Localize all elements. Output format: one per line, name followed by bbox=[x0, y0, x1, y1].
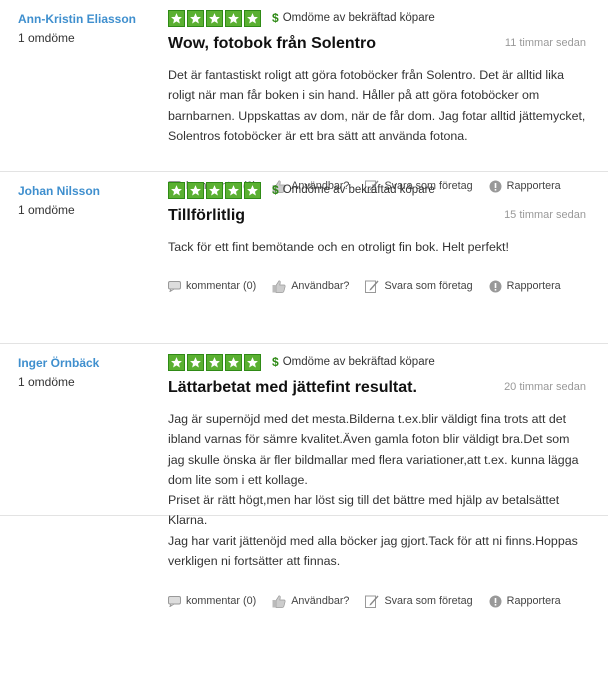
review-body: Tack för ett fint bemötande och en otrol… bbox=[168, 240, 509, 254]
review-time: 20 timmar sedan bbox=[504, 381, 586, 393]
thumbs-up-icon bbox=[272, 279, 286, 293]
star-icon bbox=[168, 182, 185, 199]
star-icon bbox=[244, 182, 261, 199]
star-icon bbox=[206, 10, 223, 27]
review-actions: kommentar (0) Användbar? Svara som föret… bbox=[168, 279, 577, 293]
review-title: Lättarbetat med jättefint resultat. bbox=[168, 379, 417, 396]
review-title: Tillförlitlig bbox=[168, 207, 246, 224]
report-icon bbox=[489, 595, 502, 607]
reviewer-name-link[interactable]: Ann-Kristin Eliasson bbox=[18, 12, 136, 26]
comment-label: kommentar (0) bbox=[186, 280, 257, 292]
verified-buyer-badge: $ Omdöme av bekräftad köpare bbox=[272, 355, 435, 369]
star-icon bbox=[225, 354, 242, 371]
verified-buyer-badge: $ Omdöme av bekräftad köpare bbox=[272, 11, 435, 25]
review-card: Inger Örnbäck 1 omdöme $ Omdöme av bekrä… bbox=[0, 344, 608, 608]
star-icon bbox=[187, 354, 204, 371]
reply-as-company-button[interactable]: Svara som företag bbox=[365, 594, 473, 608]
star-rating bbox=[168, 354, 263, 371]
comment-label: kommentar (0) bbox=[186, 595, 257, 607]
star-icon bbox=[206, 182, 223, 199]
report-label: Rapportera bbox=[506, 595, 561, 607]
report-button[interactable]: Rapportera bbox=[489, 280, 561, 293]
verified-buyer-badge: $ Omdöme av bekräftad köpare bbox=[272, 183, 435, 197]
star-icon bbox=[206, 354, 223, 371]
review-card: Johan Nilsson 1 omdöme $ Omdöme av bekrä… bbox=[0, 172, 608, 344]
edit-icon bbox=[365, 280, 379, 293]
star-icon bbox=[225, 10, 242, 27]
useful-label: Användbar? bbox=[291, 280, 350, 292]
verified-label: Omdöme av bekräftad köpare bbox=[282, 184, 435, 196]
star-icon bbox=[187, 182, 204, 199]
review-count: 1 omdöme bbox=[18, 375, 75, 389]
star-icon bbox=[168, 354, 185, 371]
verified-label: Omdöme av bekräftad köpare bbox=[282, 356, 435, 368]
review-count: 1 omdöme bbox=[18, 31, 75, 45]
reply-label: Svara som företag bbox=[384, 280, 473, 292]
comment-icon bbox=[168, 280, 181, 292]
review-actions: kommentar (0) Användbar? Svara som föret… bbox=[168, 594, 577, 608]
star-icon bbox=[244, 10, 261, 27]
star-icon bbox=[187, 10, 204, 27]
star-icon bbox=[225, 182, 242, 199]
reviewer-name-link[interactable]: Johan Nilsson bbox=[18, 184, 100, 198]
review-body: Jag är supernöjd med det mesta.Bilderna … bbox=[168, 412, 579, 569]
review-body: Det är fantastiskt roligt att göra fotob… bbox=[168, 68, 586, 143]
review-count: 1 omdöme bbox=[18, 203, 75, 217]
star-rating bbox=[168, 182, 263, 199]
comment-button[interactable]: kommentar (0) bbox=[168, 595, 256, 607]
dollar-icon: $ bbox=[272, 355, 279, 369]
report-icon bbox=[489, 280, 502, 292]
star-icon bbox=[244, 354, 261, 371]
comment-button[interactable]: kommentar (0) bbox=[168, 280, 256, 292]
report-label: Rapportera bbox=[506, 280, 561, 292]
report-button[interactable]: Rapportera bbox=[489, 595, 561, 608]
useful-button[interactable]: Användbar? bbox=[272, 594, 350, 608]
star-icon bbox=[168, 10, 185, 27]
useful-button[interactable]: Användbar? bbox=[272, 279, 350, 293]
reply-as-company-button[interactable]: Svara som företag bbox=[365, 279, 473, 293]
review-time: 11 timmar sedan bbox=[504, 37, 586, 49]
review-time: 15 timmar sedan bbox=[504, 209, 586, 221]
comment-icon bbox=[168, 595, 181, 607]
verified-label: Omdöme av bekräftad köpare bbox=[282, 12, 435, 24]
useful-label: Användbar? bbox=[291, 595, 350, 607]
edit-icon bbox=[365, 595, 379, 608]
review-title: Wow, fotobok från Solentro bbox=[168, 35, 376, 52]
review-card: Ann-Kristin Eliasson 1 omdöme $ Omdöme a… bbox=[0, 0, 608, 193]
dollar-icon: $ bbox=[272, 183, 279, 197]
star-rating bbox=[168, 10, 263, 27]
dollar-icon: $ bbox=[272, 11, 279, 25]
thumbs-up-icon bbox=[272, 594, 286, 608]
reply-label: Svara som företag bbox=[384, 595, 473, 607]
reviewer-name-link[interactable]: Inger Örnbäck bbox=[18, 356, 99, 370]
